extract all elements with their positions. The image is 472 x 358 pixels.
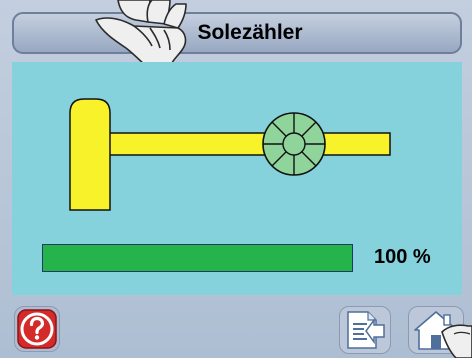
question-mark-icon (17, 309, 57, 349)
progress-bar (42, 244, 353, 272)
content-panel: 100 % (12, 62, 462, 295)
title-bar: Solezähler (12, 12, 462, 54)
back-button[interactable] (339, 306, 391, 354)
meter-body (69, 98, 111, 211)
page-title: Solezähler (197, 21, 303, 44)
help-button[interactable] (14, 306, 60, 352)
screen: Solezähler 100 % (0, 0, 472, 358)
hand-pointer-icon (440, 318, 472, 358)
brine-meter-diagram (69, 98, 391, 211)
progress-fill (43, 245, 352, 271)
progress-percent: 100 % (374, 246, 431, 268)
back-arrow-icon (347, 311, 385, 349)
meter-pipe (97, 132, 391, 156)
meter-wheel (262, 112, 326, 176)
